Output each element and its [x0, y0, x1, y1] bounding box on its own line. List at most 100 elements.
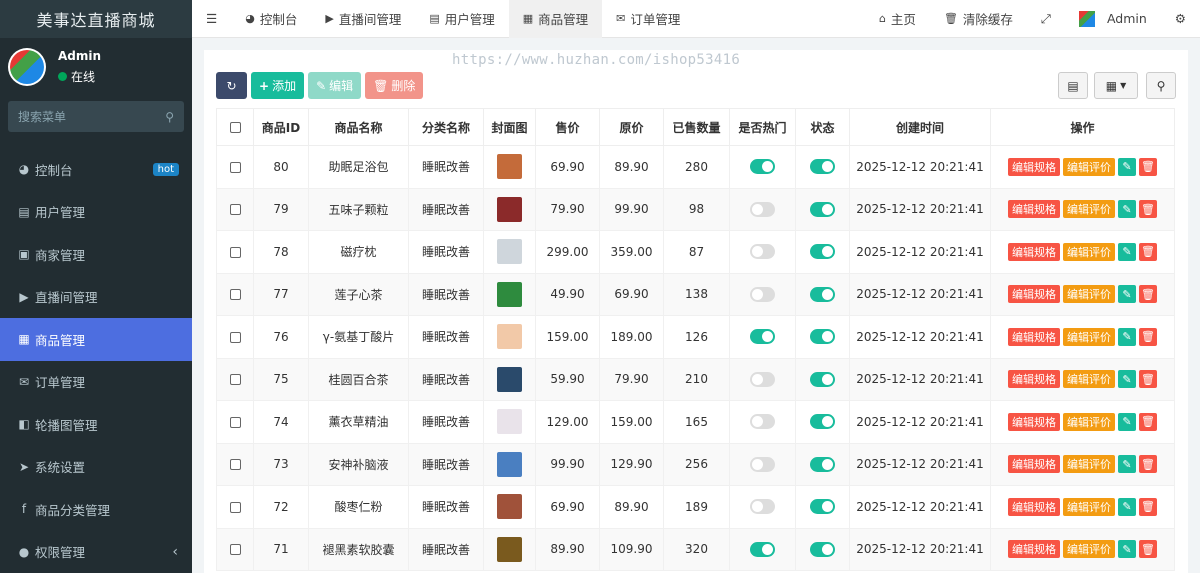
hot-toggle[interactable]: [750, 499, 775, 515]
hot-toggle[interactable]: [750, 286, 775, 302]
edit-spec-button[interactable]: 编辑规格: [1008, 327, 1060, 346]
edit-spec-button[interactable]: 编辑规格: [1008, 285, 1060, 304]
hot-toggle[interactable]: [750, 541, 775, 557]
menu-search-input[interactable]: [18, 109, 148, 124]
sidebar-item-merchants[interactable]: ▣ 商家管理: [0, 233, 192, 276]
hot-toggle[interactable]: [750, 159, 775, 175]
edit-spec-button[interactable]: 编辑规格: [1008, 370, 1060, 389]
row-checkbox[interactable]: [229, 459, 241, 471]
cover-image[interactable]: [497, 154, 522, 180]
cover-image[interactable]: [497, 239, 522, 265]
edit-row-button[interactable]: ✎: [1118, 200, 1136, 219]
cover-image[interactable]: [497, 451, 522, 477]
edit-row-button[interactable]: ✎: [1118, 157, 1136, 176]
tab-products[interactable]: ▦ 商品管理: [508, 0, 603, 38]
edit-review-button[interactable]: 编辑评价: [1063, 540, 1115, 559]
status-toggle[interactable]: [810, 541, 835, 557]
table-search-button[interactable]: ⚲: [1146, 72, 1176, 99]
toggle-view-button[interactable]: ▤: [1058, 72, 1088, 99]
col-header-id[interactable]: 商品ID: [253, 108, 309, 146]
tab-dashboard[interactable]: ◕ 控制台: [231, 0, 311, 38]
edit-review-button[interactable]: 编辑评价: [1063, 157, 1115, 176]
col-header-category[interactable]: 分类名称: [408, 108, 484, 146]
row-checkbox[interactable]: [229, 331, 241, 343]
settings-button[interactable]: ⚙: [1161, 0, 1200, 38]
sidebar-item-dashboard[interactable]: ◕ 控制台 hot: [0, 148, 192, 191]
hot-toggle[interactable]: [750, 329, 775, 345]
tab-live-rooms[interactable]: ▶ 直播间管理: [311, 0, 415, 38]
status-toggle[interactable]: [810, 159, 835, 175]
col-header-actions[interactable]: 操作: [990, 108, 1175, 146]
delete-row-button[interactable]: 🗑: [1139, 200, 1157, 219]
delete-row-button[interactable]: 🗑: [1139, 242, 1157, 261]
row-checkbox[interactable]: [229, 246, 241, 258]
app-title[interactable]: 美事达直播商城: [0, 0, 192, 38]
fullscreen-button[interactable]: ⤢: [1027, 0, 1065, 38]
col-header-cover[interactable]: 封面图: [483, 108, 536, 146]
status-toggle[interactable]: [810, 286, 835, 302]
edit-review-button[interactable]: 编辑评价: [1063, 285, 1115, 304]
col-header-name[interactable]: 商品名称: [308, 108, 409, 146]
edit-spec-button[interactable]: 编辑规格: [1008, 540, 1060, 559]
edit-row-button[interactable]: ✎: [1118, 242, 1136, 261]
chevron-left-icon[interactable]: ‹: [172, 544, 178, 560]
cover-image[interactable]: [497, 196, 522, 222]
edit-review-button[interactable]: 编辑评价: [1063, 200, 1115, 219]
admin-menu[interactable]: Admin: [1065, 0, 1161, 38]
sidebar-item-orders[interactable]: ✉ 订单管理: [0, 361, 192, 404]
edit-row-button[interactable]: ✎: [1118, 370, 1136, 389]
cover-image[interactable]: [497, 494, 522, 520]
status-toggle[interactable]: [810, 499, 835, 515]
col-header-original[interactable]: 原价: [599, 108, 664, 146]
row-checkbox[interactable]: [229, 416, 241, 428]
columns-button[interactable]: ▦ ▼: [1094, 72, 1138, 99]
edit-review-button[interactable]: 编辑评价: [1063, 497, 1115, 516]
hot-toggle[interactable]: [750, 456, 775, 472]
status-toggle[interactable]: [810, 244, 835, 260]
status-toggle[interactable]: [810, 201, 835, 217]
status-toggle[interactable]: [810, 414, 835, 430]
col-header-sold[interactable]: 已售数量: [663, 108, 730, 146]
clear-cache-button[interactable]: 🗑 清除缓存: [930, 0, 1027, 38]
delete-row-button[interactable]: 🗑: [1139, 497, 1157, 516]
edit-spec-button[interactable]: 编辑规格: [1008, 497, 1060, 516]
edit-spec-button[interactable]: 编辑规格: [1008, 455, 1060, 474]
col-header-price[interactable]: 售价: [535, 108, 600, 146]
col-header-status[interactable]: 状态: [795, 108, 850, 146]
select-all-checkbox[interactable]: [229, 122, 241, 133]
tab-orders[interactable]: ✉ 订单管理: [602, 0, 694, 38]
edit-row-button[interactable]: ✎: [1118, 327, 1136, 346]
sidebar-toggle-button[interactable]: ☰: [192, 0, 231, 38]
hot-toggle[interactable]: [750, 371, 775, 387]
edit-spec-button[interactable]: 编辑规格: [1008, 200, 1060, 219]
hot-toggle[interactable]: [750, 201, 775, 217]
delete-row-button[interactable]: 🗑: [1139, 540, 1157, 559]
col-header-hot[interactable]: 是否热门: [729, 108, 796, 146]
edit-review-button[interactable]: 编辑评价: [1063, 242, 1115, 261]
sidebar-item-live-rooms[interactable]: ▶ 直播间管理: [0, 276, 192, 319]
home-link[interactable]: ⌂ 主页: [865, 0, 930, 38]
hot-toggle[interactable]: [750, 414, 775, 430]
edit-spec-button[interactable]: 编辑规格: [1008, 157, 1060, 176]
sidebar-item-carousel[interactable]: ◧ 轮播图管理: [0, 403, 192, 446]
edit-row-button[interactable]: ✎: [1118, 412, 1136, 431]
delete-row-button[interactable]: 🗑: [1139, 327, 1157, 346]
row-checkbox[interactable]: [229, 289, 241, 301]
row-checkbox[interactable]: [229, 161, 241, 173]
delete-row-button[interactable]: 🗑: [1139, 370, 1157, 389]
delete-row-button[interactable]: 🗑: [1139, 455, 1157, 474]
status-toggle[interactable]: [810, 456, 835, 472]
delete-button[interactable]: 🗑 删除: [365, 72, 424, 99]
search-icon[interactable]: ⚲: [165, 110, 174, 124]
edit-row-button[interactable]: ✎: [1118, 455, 1136, 474]
cover-image[interactable]: [497, 324, 522, 350]
col-header-created[interactable]: 创建时间: [849, 108, 991, 146]
hot-toggle[interactable]: [750, 244, 775, 260]
edit-spec-button[interactable]: 编辑规格: [1008, 412, 1060, 431]
refresh-button[interactable]: ↻: [216, 72, 247, 99]
cover-image[interactable]: [497, 536, 522, 562]
edit-row-button[interactable]: ✎: [1118, 540, 1136, 559]
status-toggle[interactable]: [810, 371, 835, 387]
edit-review-button[interactable]: 编辑评价: [1063, 455, 1115, 474]
delete-row-button[interactable]: 🗑: [1139, 412, 1157, 431]
